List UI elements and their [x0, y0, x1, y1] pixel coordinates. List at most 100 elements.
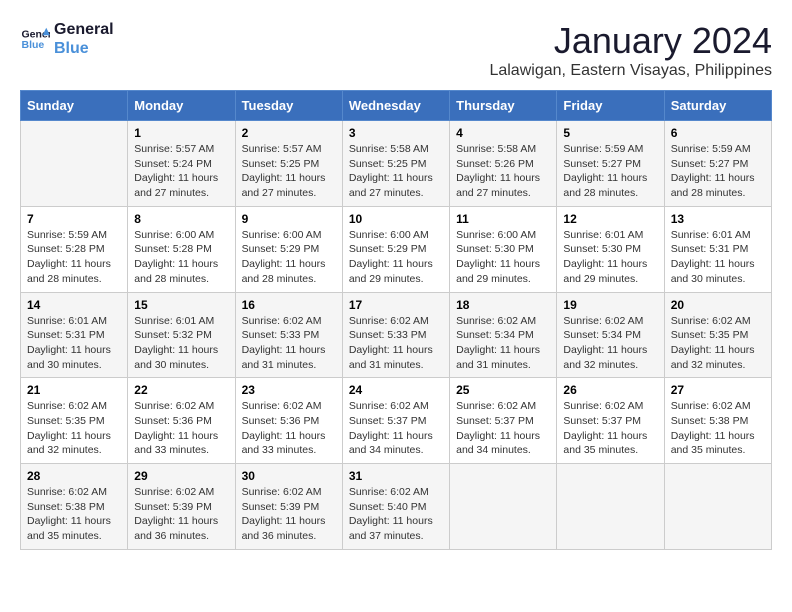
month-title: January 2024 [489, 20, 772, 62]
location-subtitle: Lalawigan, Eastern Visayas, Philippines [489, 62, 772, 80]
day-info: Sunrise: 6:02 AM Sunset: 5:40 PM Dayligh… [349, 485, 443, 544]
header-sunday: Sunday [21, 91, 128, 121]
day-number: 15 [134, 298, 228, 312]
day-cell: 4Sunrise: 5:58 AM Sunset: 5:26 PM Daylig… [450, 121, 557, 207]
day-cell [664, 464, 771, 550]
day-cell: 7Sunrise: 5:59 AM Sunset: 5:28 PM Daylig… [21, 206, 128, 292]
day-cell: 6Sunrise: 5:59 AM Sunset: 5:27 PM Daylig… [664, 121, 771, 207]
calendar-table: SundayMondayTuesdayWednesdayThursdayFrid… [20, 90, 772, 550]
logo-text-general: General [54, 20, 114, 39]
day-cell: 11 Sunrise: 6:00 AM Sunset: 5:30 PM Dayli… [450, 206, 557, 292]
day-info: Sunrise: 6:02 AM Sunset: 5:34 PM Dayligh… [456, 314, 550, 373]
week-row-0: 1 Sunrise: 5:57 AM Sunset: 5:24 PM Daylig… [21, 121, 772, 207]
logo-text-blue: Blue [54, 39, 114, 58]
header-saturday: Saturday [664, 91, 771, 121]
day-cell: 2Sunrise: 5:57 AM Sunset: 5:25 PM Daylig… [235, 121, 342, 207]
day-info: Sunrise: 6:02 AM Sunset: 5:38 PM Dayligh… [671, 399, 765, 458]
day-cell: 9Sunrise: 6:00 AM Sunset: 5:29 PM Daylig… [235, 206, 342, 292]
page-header: General Blue General Blue January 2024 L… [20, 20, 772, 80]
title-block: January 2024 Lalawigan, Eastern Visayas,… [489, 20, 772, 80]
day-cell: 19 Sunrise: 6:02 AM Sunset: 5:34 PM Dayli… [557, 292, 664, 378]
day-number: 29 [134, 469, 228, 483]
day-info: Sunrise: 6:02 AM Sunset: 5:37 PM Dayligh… [349, 399, 443, 458]
day-number: 5 [563, 126, 657, 140]
day-info: Sunrise: 6:00 AM Sunset: 5:29 PM Dayligh… [242, 228, 336, 287]
day-info: Sunrise: 6:02 AM Sunset: 5:36 PM Dayligh… [242, 399, 336, 458]
day-number: 19 [563, 298, 657, 312]
logo-icon: General Blue [20, 24, 50, 54]
day-info: Sunrise: 6:00 AM Sunset: 5:28 PM Dayligh… [134, 228, 228, 287]
day-cell [21, 121, 128, 207]
svg-text:Blue: Blue [22, 39, 45, 51]
header-row: SundayMondayTuesdayWednesdayThursdayFrid… [21, 91, 772, 121]
day-cell: 8 Sunrise: 6:00 AM Sunset: 5:28 PM Daylig… [128, 206, 235, 292]
day-info: Sunrise: 5:58 AM Sunset: 5:25 PM Dayligh… [349, 142, 443, 201]
day-number: 3 [349, 126, 443, 140]
day-number: 8 [134, 212, 228, 226]
day-info: Sunrise: 6:01 AM Sunset: 5:30 PM Dayligh… [563, 228, 657, 287]
day-info: Sunrise: 6:00 AM Sunset: 5:29 PM Dayligh… [349, 228, 443, 287]
day-cell: 23 Sunrise: 6:02 AM Sunset: 5:36 PM Dayli… [235, 378, 342, 464]
day-cell: 1 Sunrise: 5:57 AM Sunset: 5:24 PM Daylig… [128, 121, 235, 207]
day-cell: 30 Sunrise: 6:02 AM Sunset: 5:39 PM Dayli… [235, 464, 342, 550]
day-number: 27 [671, 383, 765, 397]
day-cell: 21Sunrise: 6:02 AM Sunset: 5:35 PM Dayli… [21, 378, 128, 464]
day-cell: 31 Sunrise: 6:02 AM Sunset: 5:40 PM Dayli… [342, 464, 449, 550]
day-info: Sunrise: 6:02 AM Sunset: 5:37 PM Dayligh… [563, 399, 657, 458]
day-number: 1 [134, 126, 228, 140]
day-number: 2 [242, 126, 336, 140]
day-info: Sunrise: 5:59 AM Sunset: 5:28 PM Dayligh… [27, 228, 121, 287]
day-cell: 20Sunrise: 6:02 AM Sunset: 5:35 PM Dayli… [664, 292, 771, 378]
day-number: 22 [134, 383, 228, 397]
day-number: 30 [242, 469, 336, 483]
day-cell: 5 Sunrise: 5:59 AM Sunset: 5:27 PM Daylig… [557, 121, 664, 207]
day-cell: 13 Sunrise: 6:01 AM Sunset: 5:31 PM Dayli… [664, 206, 771, 292]
day-number: 18 [456, 298, 550, 312]
day-cell: 29 Sunrise: 6:02 AM Sunset: 5:39 PM Dayli… [128, 464, 235, 550]
day-number: 13 [671, 212, 765, 226]
day-info: Sunrise: 6:02 AM Sunset: 5:33 PM Dayligh… [349, 314, 443, 373]
calendar-body: 1 Sunrise: 5:57 AM Sunset: 5:24 PM Daylig… [21, 121, 772, 550]
day-number: 31 [349, 469, 443, 483]
day-info: Sunrise: 6:02 AM Sunset: 5:35 PM Dayligh… [27, 399, 121, 458]
day-cell: 22 Sunrise: 6:02 AM Sunset: 5:36 PM Dayli… [128, 378, 235, 464]
day-info: Sunrise: 5:59 AM Sunset: 5:27 PM Dayligh… [563, 142, 657, 201]
day-number: 24 [349, 383, 443, 397]
header-thursday: Thursday [450, 91, 557, 121]
day-cell [557, 464, 664, 550]
day-number: 28 [27, 469, 121, 483]
day-cell: 28 Sunrise: 6:02 AM Sunset: 5:38 PM Dayli… [21, 464, 128, 550]
day-info: Sunrise: 6:01 AM Sunset: 5:31 PM Dayligh… [671, 228, 765, 287]
day-number: 16 [242, 298, 336, 312]
header-tuesday: Tuesday [235, 91, 342, 121]
day-info: Sunrise: 6:02 AM Sunset: 5:36 PM Dayligh… [134, 399, 228, 458]
day-info: Sunrise: 6:02 AM Sunset: 5:39 PM Dayligh… [134, 485, 228, 544]
day-info: Sunrise: 6:02 AM Sunset: 5:37 PM Dayligh… [456, 399, 550, 458]
header-wednesday: Wednesday [342, 91, 449, 121]
day-number: 12 [563, 212, 657, 226]
day-info: Sunrise: 6:01 AM Sunset: 5:31 PM Dayligh… [27, 314, 121, 373]
day-info: Sunrise: 6:00 AM Sunset: 5:30 PM Dayligh… [456, 228, 550, 287]
day-info: Sunrise: 6:01 AM Sunset: 5:32 PM Dayligh… [134, 314, 228, 373]
header-monday: Monday [128, 91, 235, 121]
day-info: Sunrise: 5:57 AM Sunset: 5:24 PM Dayligh… [134, 142, 228, 201]
day-cell [450, 464, 557, 550]
day-cell: 17Sunrise: 6:02 AM Sunset: 5:33 PM Dayli… [342, 292, 449, 378]
day-cell: 25 Sunrise: 6:02 AM Sunset: 5:37 PM Dayli… [450, 378, 557, 464]
day-number: 23 [242, 383, 336, 397]
day-info: Sunrise: 5:58 AM Sunset: 5:26 PM Dayligh… [456, 142, 550, 201]
header-friday: Friday [557, 91, 664, 121]
week-row-1: 7Sunrise: 5:59 AM Sunset: 5:28 PM Daylig… [21, 206, 772, 292]
day-info: Sunrise: 5:59 AM Sunset: 5:27 PM Dayligh… [671, 142, 765, 201]
day-info: Sunrise: 6:02 AM Sunset: 5:35 PM Dayligh… [671, 314, 765, 373]
day-cell: 27 Sunrise: 6:02 AM Sunset: 5:38 PM Dayli… [664, 378, 771, 464]
day-info: Sunrise: 6:02 AM Sunset: 5:33 PM Dayligh… [242, 314, 336, 373]
day-cell: 16 Sunrise: 6:02 AM Sunset: 5:33 PM Dayli… [235, 292, 342, 378]
day-number: 11 [456, 212, 550, 226]
day-info: Sunrise: 6:02 AM Sunset: 5:38 PM Dayligh… [27, 485, 121, 544]
day-info: Sunrise: 6:02 AM Sunset: 5:39 PM Dayligh… [242, 485, 336, 544]
day-number: 25 [456, 383, 550, 397]
day-info: Sunrise: 6:02 AM Sunset: 5:34 PM Dayligh… [563, 314, 657, 373]
day-cell: 14Sunrise: 6:01 AM Sunset: 5:31 PM Dayli… [21, 292, 128, 378]
day-cell: 3 Sunrise: 5:58 AM Sunset: 5:25 PM Daylig… [342, 121, 449, 207]
